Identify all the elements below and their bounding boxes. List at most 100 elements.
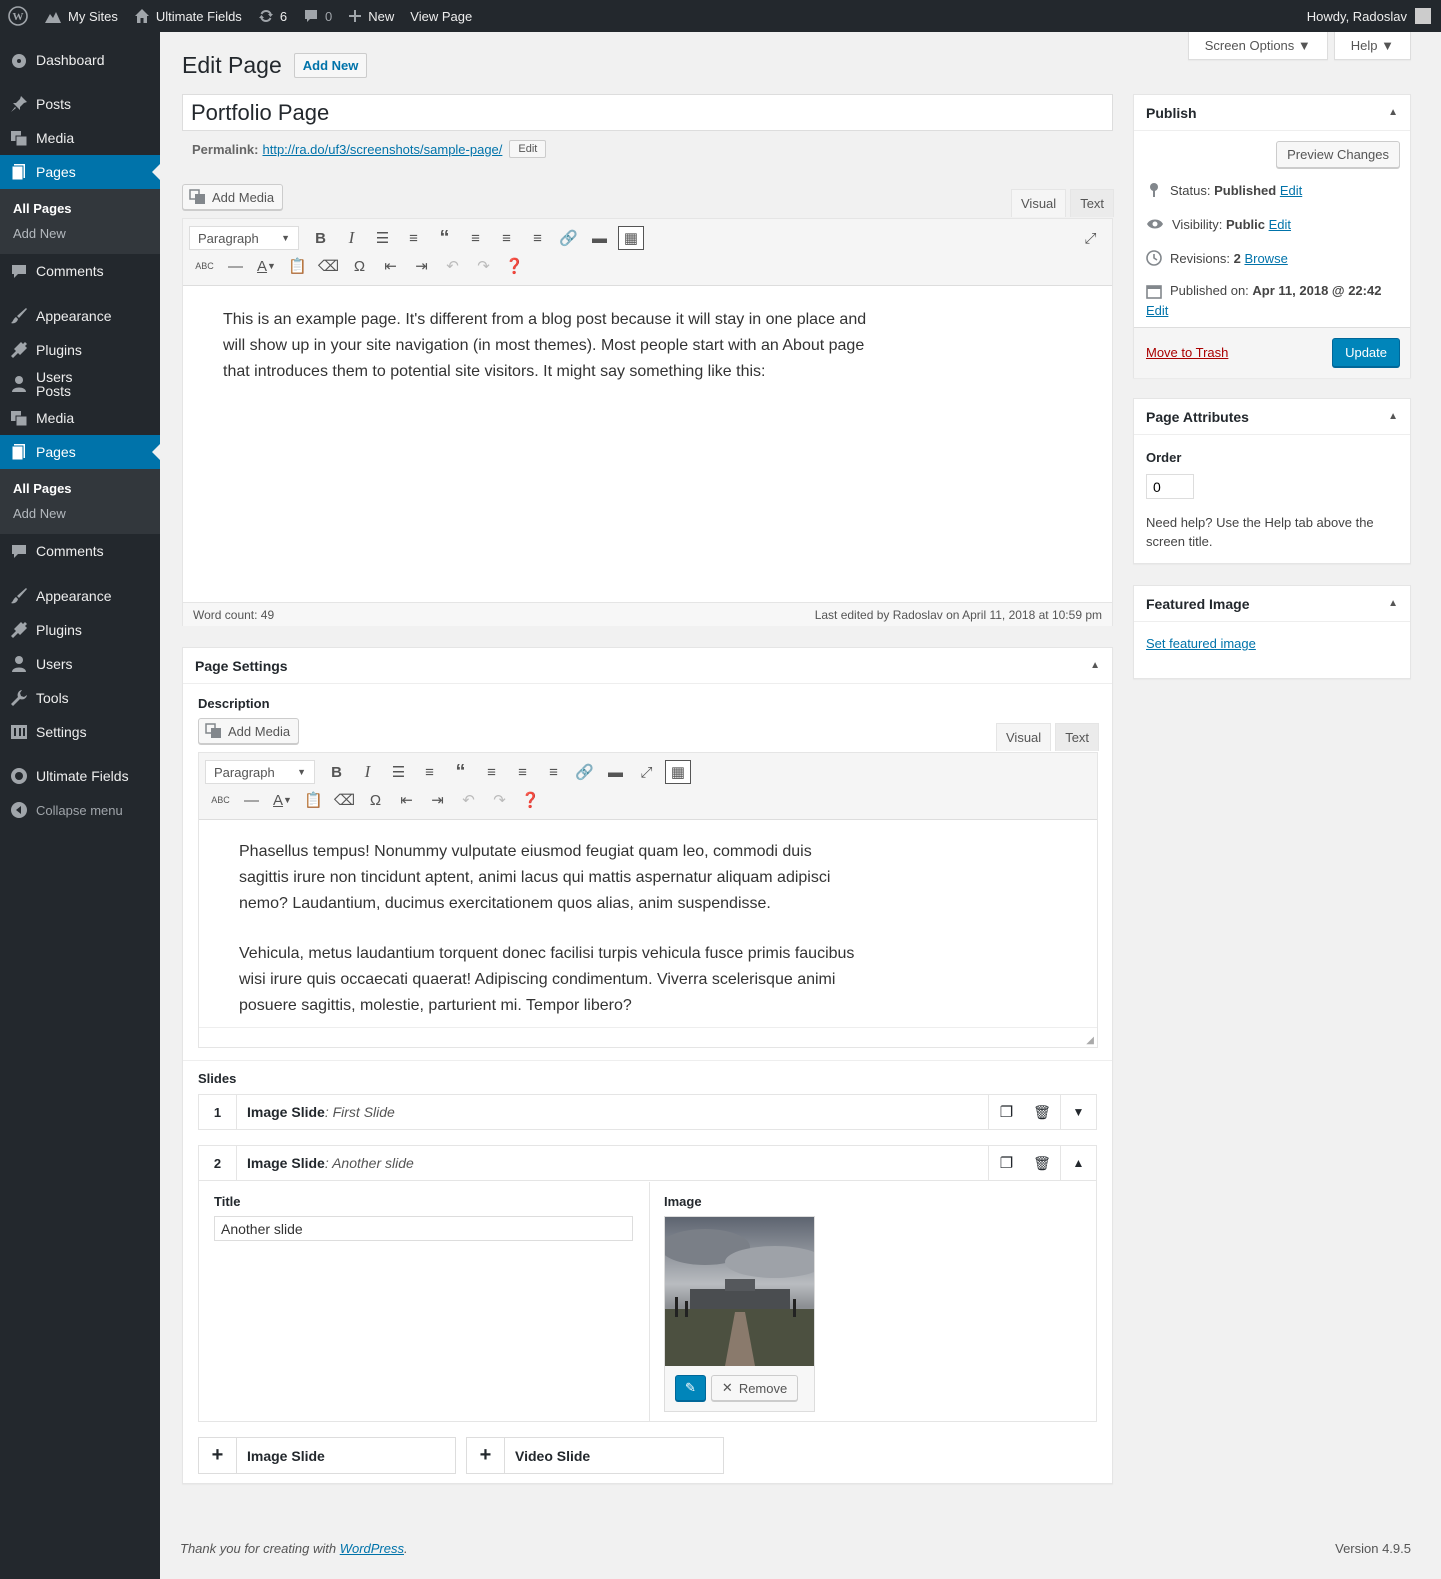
read-more-icon[interactable]: ▬ — [584, 224, 615, 252]
bullet-list-icon[interactable]: ☰ — [383, 758, 414, 786]
sidebar-item-plugins[interactable]: Plugins — [0, 333, 160, 367]
submenu-add-new-2[interactable]: Add New — [0, 501, 160, 526]
link-icon[interactable]: 🔗 — [553, 224, 584, 252]
help-icon[interactable]: ❓ — [515, 786, 546, 814]
resize-handle-icon[interactable]: ◢ — [1086, 1035, 1094, 1046]
italic-icon[interactable]: I — [352, 758, 383, 786]
sidebar-item-posts[interactable]: Posts — [0, 87, 160, 121]
horizontal-line-icon[interactable]: — — [220, 252, 251, 280]
align-center-icon[interactable]: ≡ — [507, 758, 538, 786]
link-icon[interactable]: 🔗 — [569, 758, 600, 786]
submenu-add-new[interactable]: Add New — [0, 221, 160, 246]
sidebar-item-plugins-2[interactable]: Plugins — [0, 613, 160, 647]
indent-icon[interactable]: ⇥ — [422, 786, 453, 814]
sidebar-item-users[interactable]: Users — [0, 647, 160, 681]
submenu-all-pages-2[interactable]: All Pages — [0, 476, 160, 501]
align-right-icon[interactable]: ≡ — [522, 224, 553, 252]
sidebar-item-appearance-2[interactable]: Appearance — [0, 579, 160, 613]
sidebar-item-comments-2[interactable]: Comments — [0, 534, 160, 568]
toggle-slide-button[interactable]: ▲ — [1060, 1146, 1096, 1180]
delete-slide-button[interactable]: 🗑 — [1024, 1095, 1060, 1129]
collapse-caret-icon[interactable]: ▲ — [1388, 411, 1398, 422]
add-new-page-button[interactable]: Add New — [293, 53, 368, 78]
site-name-menu[interactable]: Ultimate Fields — [126, 0, 250, 32]
submenu-all-pages[interactable]: All Pages — [0, 196, 160, 221]
redo-icon[interactable]: ↷ — [484, 786, 515, 814]
add-image-slide-button[interactable]: + Image Slide — [198, 1437, 456, 1474]
edit-visibility-link[interactable]: Edit — [1269, 217, 1291, 232]
undo-icon[interactable]: ↶ — [437, 252, 468, 280]
sidebar-item-media[interactable]: Media — [0, 121, 160, 155]
toggle-slide-button[interactable]: ▼ — [1060, 1095, 1096, 1129]
page-attributes-header[interactable]: Page Attributes ▲ — [1134, 399, 1410, 435]
paste-text-icon[interactable]: 📋 — [298, 786, 329, 814]
sidebar-item-tools[interactable]: Tools — [0, 681, 160, 715]
sidebar-item-pages-2[interactable]: Pages — [0, 435, 160, 469]
bold-icon[interactable]: B — [305, 224, 336, 252]
strikethrough-icon[interactable]: ABC — [189, 252, 220, 280]
sidebar-item-comments[interactable]: Comments — [0, 254, 160, 288]
slide-row[interactable]: 1 Image Slide: First Slide ❐ 🗑 ▼ — [198, 1094, 1097, 1130]
horizontal-line-icon[interactable]: — — [236, 786, 267, 814]
toolbar-toggle-icon[interactable]: ▦ — [665, 760, 691, 784]
fullscreen-icon[interactable]: ⤢ — [631, 758, 662, 786]
edit-date-link[interactable]: Edit — [1146, 303, 1168, 318]
sidebar-item-pages[interactable]: Pages — [0, 155, 160, 189]
bold-icon[interactable]: B — [321, 758, 352, 786]
update-button[interactable]: Update — [1332, 338, 1400, 367]
slide-title-input[interactable] — [214, 1216, 633, 1241]
updates-menu[interactable]: 6 — [250, 0, 295, 32]
sidebar-item-users-posts[interactable]: Users Posts — [0, 367, 160, 401]
my-account-menu[interactable]: Howdy, Radoslav — [1307, 8, 1441, 24]
help-button[interactable]: Help ▼ — [1333, 32, 1411, 60]
clear-formatting-icon[interactable]: ⌫ — [329, 786, 360, 814]
description-content-viewport[interactable]: Phasellus tempus! Nonummy vulputate eius… — [199, 820, 1097, 1028]
browse-revisions-link[interactable]: Browse — [1244, 251, 1287, 266]
collapse-caret-icon[interactable]: ▲ — [1090, 660, 1100, 671]
sidebar-item-settings[interactable]: Settings — [0, 715, 160, 749]
my-sites-menu[interactable]: My Sites — [36, 0, 126, 32]
text-color-icon[interactable]: A ▼ — [267, 786, 298, 814]
outdent-icon[interactable]: ⇤ — [375, 252, 406, 280]
collapse-menu-button[interactable]: Collapse menu — [0, 793, 160, 827]
tab-visual[interactable]: Visual — [1011, 189, 1067, 217]
numbered-list-icon[interactable]: ≡ — [398, 224, 429, 252]
clear-formatting-icon[interactable]: ⌫ — [313, 252, 344, 280]
editor-content[interactable]: This is an example page. It's different … — [183, 307, 883, 385]
remove-image-button[interactable]: ✕ Remove — [710, 1375, 799, 1401]
featured-image-header[interactable]: Featured Image ▲ — [1134, 586, 1410, 622]
paste-text-icon[interactable]: 📋 — [282, 252, 313, 280]
blockquote-icon[interactable]: “ — [445, 758, 476, 786]
new-content-menu[interactable]: New — [340, 0, 402, 32]
help-icon[interactable]: ❓ — [499, 252, 530, 280]
collapse-caret-icon[interactable]: ▲ — [1388, 107, 1398, 118]
order-input[interactable] — [1146, 474, 1194, 499]
add-video-slide-button[interactable]: + Video Slide — [466, 1437, 724, 1474]
post-title-input[interactable] — [182, 94, 1113, 131]
tab-visual[interactable]: Visual — [996, 723, 1052, 751]
preview-changes-button[interactable]: Preview Changes — [1276, 141, 1400, 168]
permalink-url-link[interactable]: http://ra.do/uf3/screenshots/sample-page… — [262, 142, 502, 157]
undo-icon[interactable]: ↶ — [453, 786, 484, 814]
wordpress-link[interactable]: WordPress — [340, 1541, 404, 1556]
page-settings-header[interactable]: Page Settings ▲ — [183, 648, 1112, 684]
sidebar-item-dashboard[interactable]: Dashboard — [0, 43, 160, 77]
edit-status-link[interactable]: Edit — [1280, 183, 1302, 198]
special-character-icon[interactable]: Ω — [360, 786, 391, 814]
duplicate-slide-button[interactable]: ❐ — [988, 1095, 1024, 1129]
screen-options-button[interactable]: Screen Options ▼ — [1187, 32, 1328, 60]
wordpress-logo-button[interactable]: W — [0, 0, 36, 32]
tab-text[interactable]: Text — [1070, 189, 1115, 217]
sidebar-item-media-2[interactable]: Media — [0, 401, 160, 435]
format-select[interactable]: Paragraph ▼ — [189, 226, 299, 250]
sidebar-item-ultimate-fields[interactable]: Ultimate Fields — [0, 759, 160, 793]
numbered-list-icon[interactable]: ≡ — [414, 758, 445, 786]
align-center-icon[interactable]: ≡ — [491, 224, 522, 252]
tab-text[interactable]: Text — [1055, 723, 1100, 751]
strikethrough-icon[interactable]: ABC — [205, 786, 236, 814]
toolbar-toggle-icon[interactable]: ▦ — [618, 226, 644, 250]
edit-image-button[interactable]: ✎ — [675, 1375, 706, 1401]
bullet-list-icon[interactable]: ☰ — [367, 224, 398, 252]
align-right-icon[interactable]: ≡ — [538, 758, 569, 786]
slide-row[interactable]: 2 Image Slide: Another slide ❐ 🗑 ▲ — [198, 1145, 1097, 1181]
